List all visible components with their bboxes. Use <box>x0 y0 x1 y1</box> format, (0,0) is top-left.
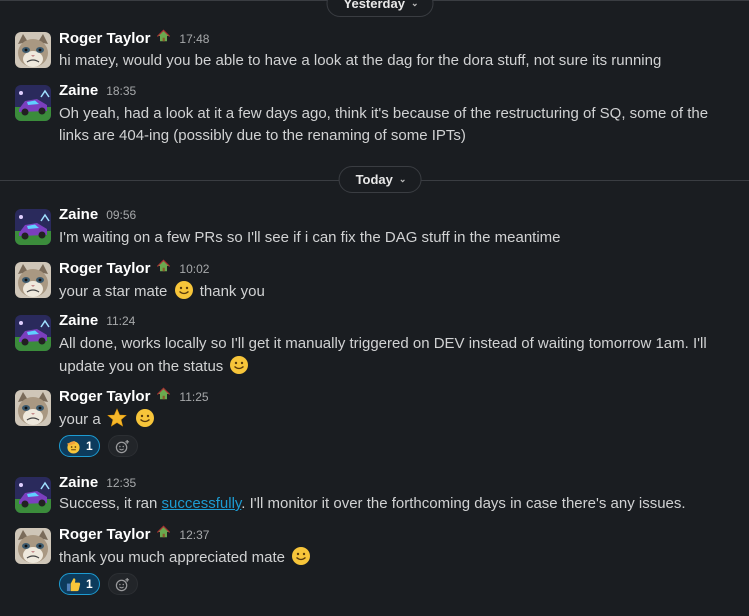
reaction-thumbs-up[interactable]: 1 <box>59 573 100 595</box>
message-text: thank you much appreciated mate <box>59 546 727 569</box>
message-text: I'm waiting on a few PRs so I'll see if … <box>59 229 561 246</box>
avatar[interactable] <box>15 262 51 298</box>
message-header: Roger Taylor 17:48 <box>59 29 209 47</box>
avatar[interactable] <box>15 85 51 121</box>
slightly-smiling-face-icon <box>174 280 194 300</box>
timestamp[interactable]: 11:25 <box>179 390 208 404</box>
message-header: Zaine 12:35 <box>59 474 136 491</box>
message-header: Zaine 18:35 <box>59 82 136 99</box>
message-text: hi matey, would you be able to have a lo… <box>59 52 662 69</box>
reaction-saluting-face[interactable]: 1 <box>59 435 100 457</box>
slightly-smiling-face-icon <box>229 355 249 375</box>
message-text-part: your a <box>59 411 101 428</box>
message-text: Success, it ran successfully. I'll monit… <box>59 493 727 515</box>
chevron-down-icon: ⌄ <box>398 174 407 184</box>
reaction-count: 1 <box>86 577 93 591</box>
message-header: Zaine 09:56 <box>59 206 136 223</box>
timestamp[interactable]: 10:02 <box>179 262 209 276</box>
avatar[interactable] <box>15 315 51 351</box>
message-link[interactable]: successfully <box>162 495 242 512</box>
add-emoji-icon <box>115 577 130 592</box>
timestamp[interactable]: 12:37 <box>179 528 209 542</box>
chevron-down-icon: ⌄ <box>410 0 419 8</box>
saluting-face-icon <box>66 439 81 454</box>
house-status-icon <box>156 525 171 539</box>
reaction-bar: 1 <box>59 435 138 457</box>
slightly-smiling-face-icon <box>135 408 155 428</box>
message-text-part: Success, it ran <box>59 495 162 512</box>
add-emoji-icon <box>115 439 130 454</box>
house-status-icon <box>156 259 171 273</box>
thumbs-up-icon <box>66 577 81 592</box>
author-name[interactable]: Roger Taylor <box>59 526 150 543</box>
message-text: your a star mate thank you <box>59 280 727 303</box>
avatar[interactable] <box>15 32 51 68</box>
avatar[interactable] <box>15 390 51 426</box>
reaction-count: 1 <box>86 439 93 453</box>
timestamp[interactable]: 12:35 <box>106 476 136 490</box>
timestamp[interactable]: 17:48 <box>179 32 209 46</box>
message-header: Roger Taylor 11:25 <box>59 387 209 405</box>
message-header: Roger Taylor 12:37 <box>59 525 209 543</box>
message-header: Zaine 11:24 <box>59 312 135 329</box>
avatar[interactable] <box>15 528 51 564</box>
message-text-part: . I'll monitor it over the forthcoming d… <box>241 495 686 512</box>
message-text: your a <box>59 408 727 431</box>
date-divider-label: Yesterday <box>343 0 405 11</box>
author-name[interactable]: Zaine <box>59 206 98 223</box>
author-name[interactable]: Roger Taylor <box>59 388 150 405</box>
timestamp[interactable]: 18:35 <box>106 84 136 98</box>
message-text-part: thank you <box>199 283 265 300</box>
avatar[interactable] <box>15 477 51 513</box>
message-text-part: All done, works locally so I'll get it m… <box>59 335 707 375</box>
author-name[interactable]: Zaine <box>59 312 98 329</box>
reaction-bar: 1 <box>59 573 138 595</box>
timestamp[interactable]: 11:24 <box>106 314 135 328</box>
timestamp[interactable]: 09:56 <box>106 208 136 222</box>
message-text-part: your a star mate <box>59 283 168 300</box>
date-divider-today[interactable]: Today ⌄ <box>338 166 422 193</box>
slightly-smiling-face-icon <box>291 546 311 566</box>
message-text: All done, works locally so I'll get it m… <box>59 333 727 378</box>
house-status-icon <box>156 387 171 401</box>
house-status-icon <box>156 29 171 43</box>
message-text-part: thank you much appreciated mate <box>59 549 285 566</box>
author-name[interactable]: Roger Taylor <box>59 30 150 47</box>
author-name[interactable]: Roger Taylor <box>59 260 150 277</box>
avatar[interactable] <box>15 209 51 245</box>
add-reaction-button[interactable] <box>107 435 138 457</box>
date-divider-yesterday[interactable]: Yesterday ⌄ <box>326 0 434 17</box>
message-text: Oh yeah, had a look at it a few days ago… <box>59 105 709 144</box>
author-name[interactable]: Zaine <box>59 82 98 99</box>
star-icon <box>107 408 127 428</box>
date-divider-label: Today <box>355 172 393 187</box>
add-reaction-button[interactable] <box>107 573 138 595</box>
message-header: Roger Taylor 10:02 <box>59 259 209 277</box>
author-name[interactable]: Zaine <box>59 474 98 491</box>
